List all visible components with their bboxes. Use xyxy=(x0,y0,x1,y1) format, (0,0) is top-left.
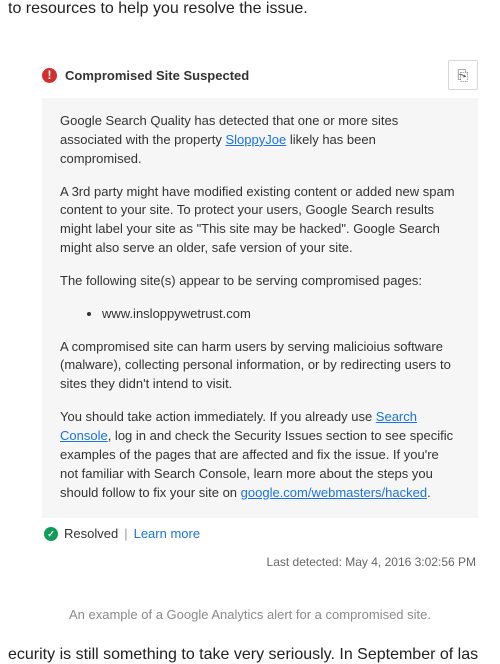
property-link[interactable]: SloppyJoe xyxy=(225,132,286,147)
alert-paragraph-4: A compromised site can harm users by ser… xyxy=(60,338,460,395)
article-fragment-top: to resources to help you resolve the iss… xyxy=(0,0,500,28)
article-fragment-bottom: ecurity is still something to take very … xyxy=(0,622,500,664)
alert-paragraph-2: A 3rd party might have modified existing… xyxy=(60,183,460,258)
alert-p5-c: . xyxy=(427,485,431,500)
compromised-sites-list: www.insloppywetrust.com xyxy=(60,305,460,324)
alert-header-left: ! Compromised Site Suspected xyxy=(42,68,249,83)
detected-label: Last detected: xyxy=(267,555,342,569)
copy-icon: ⎘ xyxy=(457,67,468,84)
alert-paragraph-1: Google Search Quality has detected that … xyxy=(60,112,460,169)
divider-pipe: | xyxy=(124,526,127,541)
status-row: ✓ Resolved | Learn more xyxy=(42,518,478,549)
status-resolved: Resolved xyxy=(64,526,118,541)
copy-button[interactable]: ⎘ xyxy=(448,60,478,90)
alert-card: ! Compromised Site Suspected ⎘ Google Se… xyxy=(42,56,478,569)
detected-value: May 4, 2016 3:02:56 PM xyxy=(345,555,476,569)
last-detected-row: Last detected: May 4, 2016 3:02:56 PM xyxy=(42,549,478,569)
figure-caption: An example of a Google Analytics alert f… xyxy=(0,607,500,622)
list-item: www.insloppywetrust.com xyxy=(102,305,460,324)
check-icon: ✓ xyxy=(44,527,58,541)
warning-icon: ! xyxy=(42,68,57,83)
alert-body: Google Search Quality has detected that … xyxy=(42,98,478,518)
alert-title: Compromised Site Suspected xyxy=(65,68,249,83)
alert-paragraph-3: The following site(s) appear to be servi… xyxy=(60,272,460,291)
hacked-link[interactable]: google.com/webmasters/hacked xyxy=(241,485,427,500)
alert-paragraph-5: You should take action immediately. If y… xyxy=(60,408,460,502)
learn-more-link[interactable]: Learn more xyxy=(134,526,200,541)
alert-p5-a: You should take action immediately. If y… xyxy=(60,409,376,424)
alert-header: ! Compromised Site Suspected ⎘ xyxy=(42,56,478,98)
